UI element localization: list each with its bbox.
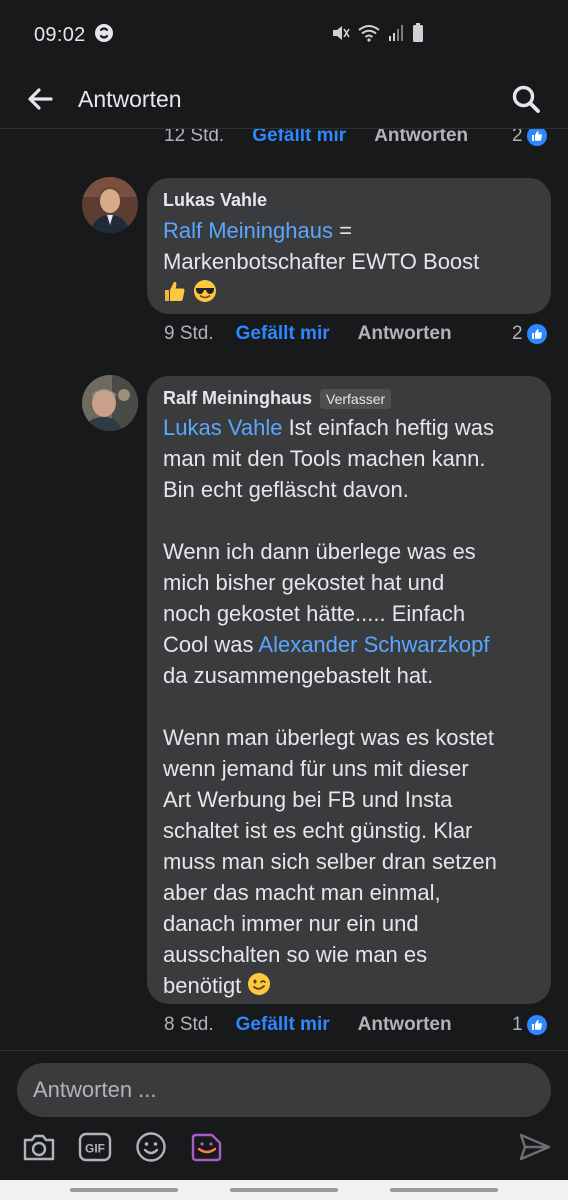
svg-text:GIF: GIF bbox=[85, 1142, 105, 1156]
search-button[interactable] bbox=[506, 79, 546, 119]
comment-thread: 12 Std. Gefällt mir Antworten 2 Lukas Va… bbox=[0, 128, 568, 1050]
status-time: 09:02 bbox=[34, 23, 86, 46]
comment-text: = bbox=[332, 218, 352, 243]
gif-button[interactable]: GIF bbox=[78, 1130, 112, 1164]
send-icon bbox=[519, 1133, 551, 1161]
reply-composer: GIF bbox=[0, 1050, 568, 1200]
arrow-left-icon bbox=[28, 88, 53, 110]
nav-back-handle[interactable] bbox=[390, 1188, 498, 1192]
like-button[interactable]: Gefällt mir bbox=[236, 1014, 330, 1036]
comment-time: 9 Std. bbox=[164, 323, 214, 344]
comment-time: 12 Std. bbox=[164, 128, 225, 146]
sticker-button[interactable] bbox=[190, 1130, 224, 1164]
like-count: 1 bbox=[512, 1014, 547, 1036]
composer-toolbar: GIF bbox=[22, 1127, 552, 1167]
like-count: 2 bbox=[512, 129, 547, 147]
comment-time: 8 Std. bbox=[164, 1014, 214, 1035]
page-title: Antworten bbox=[78, 85, 182, 112]
camera-button[interactable] bbox=[22, 1130, 56, 1164]
wifi-icon bbox=[358, 24, 380, 47]
gif-icon: GIF bbox=[78, 1132, 112, 1162]
app-bar: Antworten bbox=[0, 70, 568, 128]
author-badge: Verfasser bbox=[320, 388, 392, 409]
thumbs-up-icon bbox=[526, 1015, 547, 1035]
winking-face-emoji bbox=[247, 972, 271, 996]
sticker-icon bbox=[191, 1133, 222, 1162]
signal-icon bbox=[388, 24, 404, 47]
search-icon bbox=[512, 85, 540, 113]
mention-link[interactable]: Ralf Meininghaus bbox=[163, 218, 333, 243]
nav-recents-handle[interactable] bbox=[70, 1188, 178, 1192]
mention-link[interactable]: Lukas Vahle bbox=[163, 415, 282, 440]
battery-icon bbox=[412, 22, 424, 48]
comment-bubble[interactable]: Ralf Meininghaus Verfasser Lukas Vahle I… bbox=[147, 376, 551, 1004]
sunglasses-emoji bbox=[193, 279, 217, 303]
avatar[interactable] bbox=[82, 177, 138, 233]
comment-meta: 12 Std. Gefällt mir Antworten bbox=[164, 128, 468, 147]
comment-text: Markenbotschafter EWTO Boost bbox=[163, 249, 480, 274]
reply-button[interactable]: Antworten bbox=[358, 1014, 452, 1036]
camera-icon bbox=[23, 1134, 55, 1161]
shazam-icon bbox=[94, 23, 114, 48]
reply-input[interactable] bbox=[17, 1063, 551, 1117]
reply-button[interactable]: Antworten bbox=[374, 129, 468, 147]
comment-meta: 8 Std. Gefällt mir Antworten bbox=[164, 1014, 452, 1036]
like-count: 2 bbox=[512, 323, 547, 345]
thumbs-up-emoji bbox=[163, 279, 187, 303]
system-navigation-bar bbox=[0, 1180, 568, 1200]
thumbs-up-icon bbox=[526, 324, 547, 344]
send-button[interactable] bbox=[518, 1130, 552, 1164]
like-button[interactable]: Gefällt mir bbox=[236, 323, 330, 345]
emoji-smiley-icon bbox=[136, 1132, 166, 1162]
like-button[interactable]: Gefällt mir bbox=[252, 129, 346, 147]
thumbs-up-icon bbox=[526, 129, 547, 146]
avatar[interactable] bbox=[82, 375, 138, 431]
comment-author[interactable]: Ralf Meininghaus bbox=[163, 388, 312, 409]
comment-author[interactable]: Lukas Vahle bbox=[163, 190, 267, 211]
emoji-button[interactable] bbox=[134, 1130, 168, 1164]
back-button[interactable] bbox=[22, 81, 58, 117]
status-bar: 09:02 bbox=[0, 0, 568, 70]
mute-icon bbox=[330, 23, 350, 48]
mention-link[interactable]: Alexander Schwarzkopf bbox=[258, 632, 489, 657]
comment-bubble[interactable]: Lukas Vahle Ralf Meininghaus = Markenbot… bbox=[147, 178, 551, 314]
comment-meta: 9 Std. Gefällt mir Antworten bbox=[164, 323, 452, 345]
reply-button[interactable]: Antworten bbox=[358, 323, 452, 345]
nav-home-handle[interactable] bbox=[230, 1188, 338, 1192]
